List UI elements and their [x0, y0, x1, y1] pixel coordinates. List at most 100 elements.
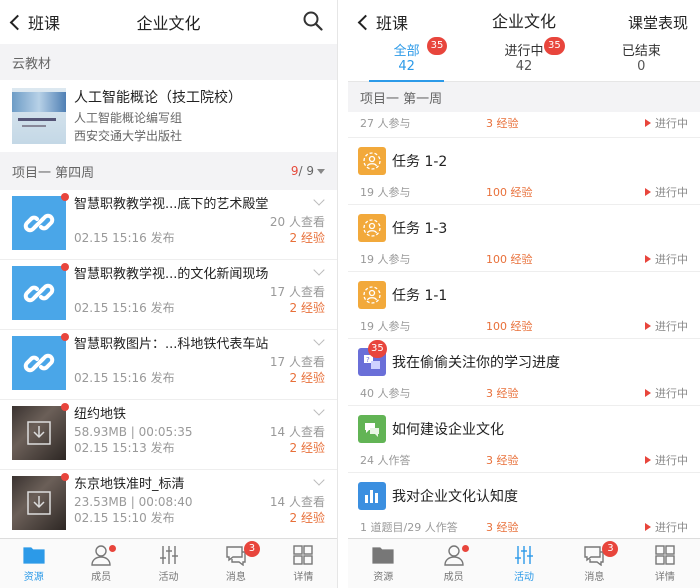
play-icon [645, 322, 651, 330]
class-performance-button[interactable]: 课堂表现 [628, 12, 688, 33]
view-count: 14 人查看 [269, 495, 325, 509]
experience: 2 经验 [289, 511, 325, 525]
caret-down-icon [317, 168, 325, 174]
count-badge: 35 [426, 37, 448, 55]
status: 进行中 [645, 115, 688, 131]
resource-item[interactable]: 东京地铁准时_标清 23.53MB | 00:08:40 14 人查看 02.15 1… [0, 470, 337, 540]
chevron-left-icon [357, 14, 374, 30]
unread-dot [61, 263, 69, 271]
participants: 27 人参与 [360, 117, 411, 130]
experience: 3 经验 [486, 521, 519, 534]
activity-item[interactable]: 我对企业文化认知度 1 道题目/29 人作答 3 经验 进行中 [348, 473, 700, 540]
section-label: 云教材 [0, 44, 337, 80]
tab-label: 消息 [225, 572, 246, 583]
resource-item[interactable]: 纽约地铁 58.93MB | 00:05:35 14 人查看 02.15 15:13 … [0, 400, 337, 470]
tab-2[interactable]: 活动 [135, 539, 202, 588]
activity-item[interactable]: 任务 1-1 19 人参与 100 经验 进行中 [348, 272, 700, 339]
grid-icon [655, 545, 675, 565]
search-icon[interactable] [303, 11, 323, 31]
play-icon [645, 119, 651, 127]
status-label: 进行中 [655, 521, 688, 534]
grid-icon [293, 545, 314, 565]
activity-item[interactable]: ? 35 我在偷偷关注你的学习进度 40 人参与 3 经验 进行中 [348, 339, 700, 406]
textbook-card[interactable]: 人工智能概论（技工院校） 人工智能概论编写组 西安交通大学出版社 [0, 80, 337, 152]
link-icon [23, 283, 55, 303]
resource-item[interactable]: 智慧职教图片：...科地铁代表车站 17 人查看 02.15 15:16 发布 2 经… [0, 330, 337, 400]
unread-dot [61, 333, 69, 341]
resource-title: 智慧职教教学视...的文化新闻现场 [74, 267, 269, 282]
play-icon [645, 188, 651, 196]
participants: 40 人参与 [360, 387, 411, 400]
filter-label: 全部 [393, 44, 420, 59]
experience: 2 经验 [289, 441, 325, 455]
activity-title: 如何建设企业文化 [392, 422, 504, 438]
play-icon [645, 255, 651, 263]
tab-4[interactable]: 详情 [630, 539, 700, 588]
chevron-left-icon [9, 14, 26, 30]
unread-dot [61, 403, 69, 411]
status-label: 进行中 [655, 186, 688, 199]
back-button[interactable]: 班课 [356, 10, 408, 34]
week-selector[interactable]: 项目一 第四周 9 / 9 [0, 152, 337, 190]
activity-list: 任务 1-2 19 人参与 100 经验 进行中 任务 1-3 19 人参与 100 经验进… [348, 138, 700, 540]
experience: 3 经验 [486, 454, 519, 467]
activity-title: 任务 1-1 [392, 288, 448, 304]
resource-title: 智慧职教图片：...科地铁代表车站 [74, 337, 269, 352]
tab-2[interactable]: 活动 [489, 539, 559, 588]
discussion-icon [358, 415, 386, 443]
tab-0[interactable]: 资源 [0, 539, 67, 588]
participants: 19 人参与 [360, 320, 411, 333]
resources-screen: 班课 企业文化 云教材 人工智能概论（技工院校） 人工智能概论编写组 西安交通大… [0, 0, 338, 588]
tab-label: 活动 [158, 572, 179, 583]
resource-item[interactable]: 智慧职教教学视...底下的艺术殿堂 20 人查看 02.15 15:16 发布 2 经… [0, 190, 337, 260]
page-title: 企业文化 [136, 14, 201, 33]
status: 进行中 [645, 184, 688, 200]
count-badge: 35 [543, 37, 565, 55]
filter-tab-1[interactable]: 进行中 42 35 [465, 37, 582, 81]
filter-tab-0[interactable]: 全部 42 35 [348, 37, 465, 82]
notification-dot [109, 545, 117, 552]
resource-item[interactable]: 智慧职教教学视...的文化新闻现场 17 人查看 02.15 15:16 发布 2 经… [0, 260, 337, 330]
unread-badge: 3 [243, 541, 260, 557]
tab-3[interactable]: 消息 3 [559, 539, 629, 588]
status-label: 进行中 [655, 320, 688, 333]
back-button[interactable]: 班课 [8, 10, 60, 34]
page-indicator: 9 / 9 [291, 164, 325, 178]
resource-list: 智慧职教教学视...底下的艺术殿堂 20 人查看 02.15 15:16 发布 2 经… [0, 190, 337, 540]
tab-4[interactable]: 详情 [270, 539, 337, 588]
filter-tab-2[interactable]: 已结束 0 [583, 40, 700, 81]
activity-title: 任务 1-2 [392, 154, 448, 170]
tab-1[interactable]: 成员 [418, 539, 488, 588]
experience: 100 经验 [486, 253, 533, 266]
activity-item[interactable]: 如何建设企业文化 24 人作答 3 经验 进行中 [348, 406, 700, 473]
experience: 2 经验 [289, 301, 325, 315]
sliders-icon [159, 546, 178, 564]
experience: 3 经验 [486, 117, 519, 130]
participants: 19 人参与 [360, 253, 411, 266]
tab-1[interactable]: 成员 [67, 539, 134, 588]
status: 进行中 [645, 452, 688, 468]
task-icon [358, 214, 386, 242]
view-count: 17 人查看 [269, 355, 325, 369]
book-publisher: 西安交通大学出版社 [74, 129, 183, 143]
resource-title: 纽约地铁 [74, 407, 127, 422]
count-badge: 35 [368, 340, 387, 358]
unread-badge: 3 [602, 541, 619, 557]
quiz-icon: ? 35 [358, 340, 387, 376]
link-thumbnail [12, 193, 69, 250]
page-total: / 9 [298, 164, 315, 178]
book-author: 人工智能概论编写组 [74, 111, 183, 125]
tab-label: 成员 [91, 572, 112, 583]
tab-3[interactable]: 消息 3 [202, 539, 269, 588]
activity-item[interactable]: 任务 1-2 19 人参与 100 经验 进行中 [348, 138, 700, 205]
activity-item[interactable]: 任务 1-3 19 人参与 100 经验 进行中 [348, 205, 700, 272]
filter-count: 0 [637, 59, 646, 74]
publish-date: 02.15 15:16 发布 [74, 301, 175, 315]
tab-0[interactable]: 资源 [348, 539, 418, 588]
activity-title: 我在偷偷关注你的学习进度 [392, 355, 560, 371]
page-title: 企业文化 [491, 12, 556, 31]
svg-text:?: ? [366, 356, 370, 364]
view-count: 14 人查看 [269, 425, 325, 439]
activity-item[interactable]: 27 人参与 3 经验 进行中 [348, 112, 700, 138]
status: 进行中 [645, 318, 688, 334]
